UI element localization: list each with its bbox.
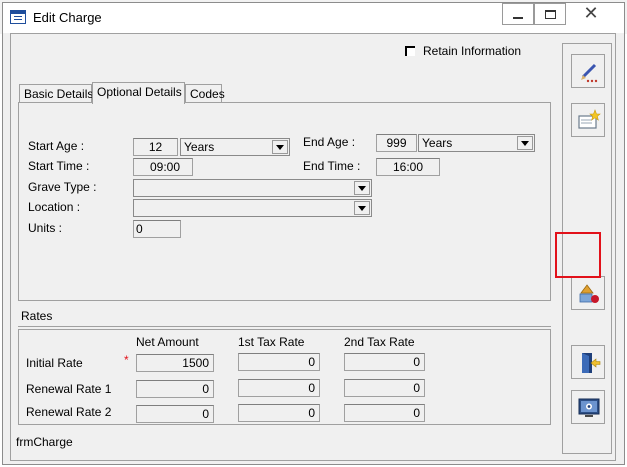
location-label: Location : (28, 200, 81, 214)
renewal-rate-1-label: Renewal Rate 1 (26, 382, 112, 396)
initial-rate-label: Initial Rate (26, 356, 83, 370)
form-body: Retain Information Basic Details Optiona… (10, 33, 616, 461)
minimize-button[interactable] (502, 3, 534, 25)
close-button[interactable]: ✕ (568, 3, 614, 25)
chevron-down-icon[interactable] (272, 140, 288, 154)
edit-icon (581, 63, 598, 83)
title-bar: Edit Charge ✕ (3, 3, 624, 33)
tab-basic-details[interactable]: Basic Details (19, 84, 94, 103)
chevron-down-icon[interactable] (517, 136, 533, 150)
location-select[interactable] (133, 199, 372, 217)
end-age-unit-select[interactable]: Years (418, 134, 535, 152)
units-field[interactable]: 0 (133, 220, 181, 238)
grave-type-select[interactable] (133, 179, 372, 197)
new-button[interactable] (571, 103, 605, 137)
rates-group: Net Amount 1st Tax Rate 2nd Tax Rate Ini… (18, 329, 551, 425)
shapes-delete-button[interactable] (571, 276, 605, 310)
minimize-icon (513, 17, 523, 19)
units-label: Units : (28, 221, 63, 235)
retain-information-label: Retain Information (423, 44, 522, 58)
initial-rate-tax2-field[interactable]: 0 (344, 353, 425, 371)
tab-optional-details[interactable]: Optional Details (92, 82, 185, 104)
end-time-field[interactable]: 16:00 (376, 158, 440, 176)
form-name-status: frmCharge (16, 435, 73, 449)
highlight-box (555, 232, 601, 278)
window-title: Edit Charge (33, 10, 102, 25)
exit-button[interactable] (571, 345, 605, 379)
tab-codes[interactable]: Codes (185, 84, 225, 103)
new-icon (578, 109, 601, 129)
start-age-field[interactable]: 12 (133, 138, 178, 156)
tab-label: Optional Details (97, 85, 182, 99)
column-header-1st-tax-rate: 1st Tax Rate (238, 335, 305, 349)
chevron-down-icon[interactable] (354, 201, 370, 215)
close-icon: ✕ (583, 3, 599, 23)
edit-button[interactable] (571, 54, 605, 88)
renewal-rate-2-label: Renewal Rate 2 (26, 405, 112, 419)
exit-icon (582, 353, 601, 373)
renewal-rate-2-tax2-field[interactable]: 0 (344, 404, 425, 422)
end-age-field[interactable]: 999 (376, 134, 417, 152)
maximize-button[interactable] (534, 3, 566, 25)
required-marker: * (124, 353, 129, 367)
renewal-rate-2-net-field[interactable]: 0 (136, 405, 214, 423)
renewal-rate-1-net-field[interactable]: 0 (136, 380, 214, 398)
maximize-icon (544, 10, 556, 19)
renewal-rate-1-tax2-field[interactable]: 0 (344, 379, 425, 397)
screen-icon (578, 398, 600, 417)
optional-details-panel: Start Age : 12 Years End Age : 999 Years… (18, 102, 551, 301)
initial-rate-net-field[interactable]: 1500 (136, 354, 214, 372)
start-time-label: Start Time : (28, 159, 90, 173)
start-age-unit-select[interactable]: Years (180, 138, 290, 156)
form-icon (10, 10, 26, 24)
initial-rate-tax1-field[interactable]: 0 (238, 353, 320, 371)
edit-charge-window: Edit Charge ✕ Retain Information Basic D… (2, 2, 625, 465)
rates-divider (18, 326, 551, 327)
tab-label: Codes (190, 87, 225, 101)
rates-title: Rates (21, 309, 53, 323)
end-age-unit-value: Years (422, 136, 453, 150)
start-time-field[interactable]: 09:00 (133, 158, 193, 176)
grave-type-label: Grave Type : (28, 180, 97, 194)
shapes-delete-icon (579, 284, 599, 303)
column-header-net-amount: Net Amount (136, 335, 199, 349)
start-age-label: Start Age : (28, 139, 85, 153)
renewal-rate-2-tax1-field[interactable]: 0 (238, 404, 320, 422)
end-age-label: End Age : (303, 135, 356, 149)
retain-information-checkbox[interactable] (405, 46, 415, 56)
column-header-2nd-tax-rate: 2nd Tax Rate (344, 335, 415, 349)
renewal-rate-1-tax1-field[interactable]: 0 (238, 379, 320, 397)
chevron-down-icon[interactable] (354, 181, 370, 195)
end-time-label: End Time : (303, 159, 361, 173)
screen-button[interactable] (571, 390, 605, 424)
start-age-unit-value: Years (184, 140, 215, 154)
tab-label: Basic Details (24, 87, 94, 101)
